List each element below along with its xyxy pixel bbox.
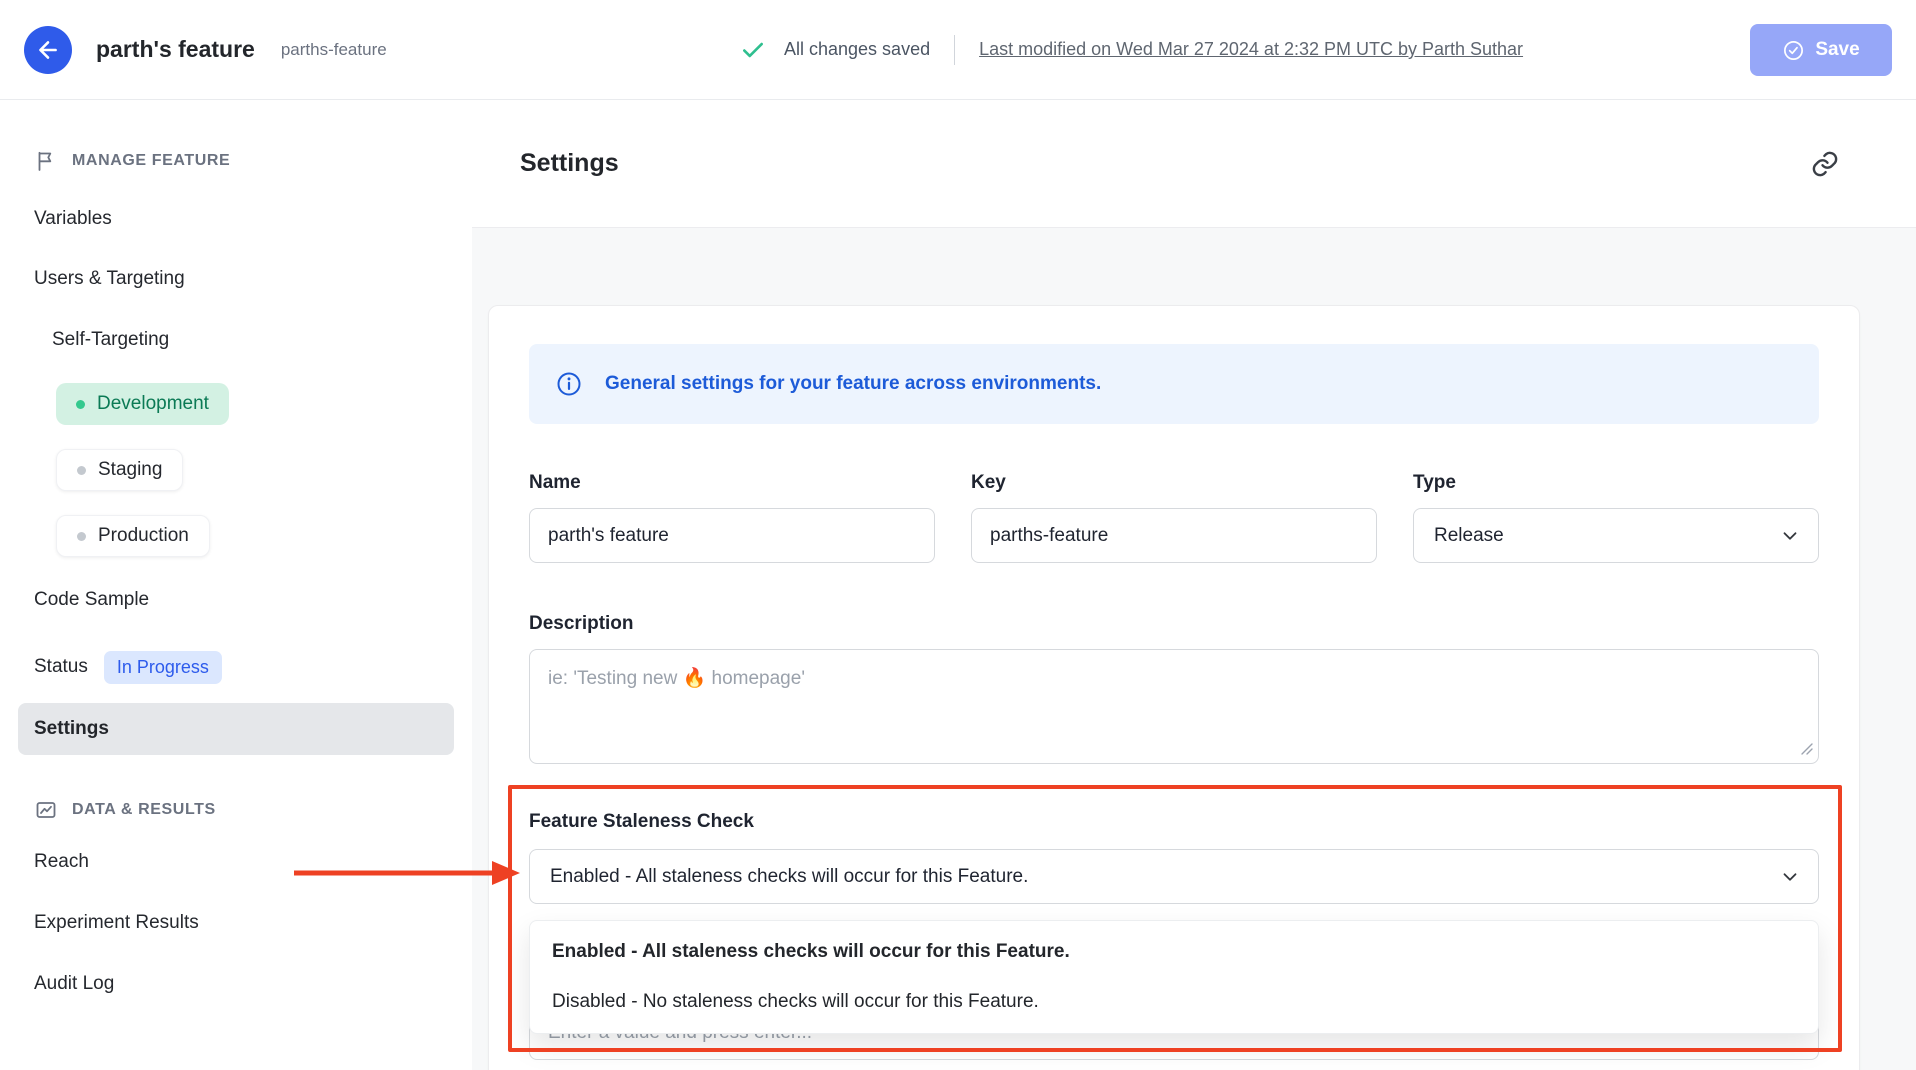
feature-title: parth's feature [96, 36, 255, 63]
page-title: Settings [520, 149, 619, 178]
type-label: Type [1413, 470, 1819, 496]
status-badge: In Progress [104, 651, 222, 684]
staleness-option-enabled[interactable]: Enabled - All staleness checks will occu… [530, 927, 1818, 977]
env-dot-icon [76, 400, 85, 409]
save-status-cluster: All changes saved Last modified on Wed M… [740, 0, 1523, 99]
description-block: Description [529, 611, 1819, 769]
key-label: Key [971, 470, 1377, 496]
link-icon [1810, 149, 1840, 179]
arrow-left-icon [35, 37, 61, 63]
divider [954, 35, 955, 65]
check-icon [740, 37, 766, 63]
sidebar-item-self-targeting[interactable]: Self-Targeting [0, 327, 472, 353]
staleness-option-disabled[interactable]: Disabled - No staleness checks will occu… [530, 977, 1818, 1027]
name-key-type-row: Name Key Type Release [529, 470, 1819, 563]
description-textarea[interactable] [529, 649, 1819, 764]
sidebar-item-status[interactable]: Status In Progress [0, 647, 472, 687]
sidebar-item-variables[interactable]: Variables [0, 206, 472, 232]
chart-icon [34, 798, 58, 822]
name-label: Name [529, 470, 935, 496]
env-dot-icon [77, 532, 86, 541]
staleness-label: Feature Staleness Check [529, 809, 1819, 835]
type-select[interactable]: Release [1413, 508, 1819, 563]
section-label: DATA & RESULTS [72, 801, 216, 819]
description-label: Description [529, 611, 1819, 637]
sidebar-env-development[interactable]: Development [56, 383, 229, 425]
flag-icon [34, 149, 58, 173]
top-bar: parth's feature parths-feature All chang… [0, 0, 1916, 100]
staleness-select[interactable]: Enabled - All staleness checks will occu… [529, 849, 1819, 904]
settings-card: General settings for your feature across… [488, 305, 1860, 1070]
info-banner: General settings for your feature across… [529, 344, 1819, 424]
type-select-value: Release [1434, 525, 1504, 547]
main-content: Settings General settings for your featu… [472, 100, 1916, 1070]
env-label: Development [97, 393, 209, 415]
last-modified-link[interactable]: Last modified on Wed Mar 27 2024 at 2:32… [979, 39, 1523, 60]
key-input[interactable] [971, 508, 1377, 563]
section-manage-feature: MANAGE FEATURE [0, 148, 472, 174]
section-label: MANAGE FEATURE [72, 152, 230, 170]
env-label: Staging [98, 459, 162, 481]
save-button[interactable]: Save [1750, 24, 1892, 76]
env-dot-icon [77, 466, 86, 475]
back-button[interactable] [24, 26, 72, 74]
staleness-select-value: Enabled - All staleness checks will occu… [550, 866, 1028, 888]
feature-key: parths-feature [281, 40, 387, 60]
status-label: Status [34, 656, 88, 678]
sidebar-item-audit-log[interactable]: Audit Log [0, 971, 472, 997]
sidebar: MANAGE FEATURE Variables Users & Targeti… [0, 100, 472, 1070]
sidebar-item-users-targeting[interactable]: Users & Targeting [0, 266, 472, 292]
sidebar-item-settings[interactable]: Settings [18, 703, 454, 755]
staleness-dropdown: Enabled - All staleness checks will occu… [529, 920, 1819, 1034]
info-icon [555, 370, 583, 398]
sidebar-item-reach[interactable]: Reach [0, 849, 472, 875]
info-banner-text: General settings for your feature across… [605, 373, 1101, 395]
circle-check-icon [1782, 39, 1805, 62]
sidebar-env-production[interactable]: Production [56, 515, 210, 557]
name-input[interactable] [529, 508, 935, 563]
sidebar-env-staging[interactable]: Staging [56, 449, 183, 491]
page-header: Settings [472, 100, 1916, 228]
sidebar-item-code-sample[interactable]: Code Sample [0, 587, 472, 613]
sidebar-item-experiment-results[interactable]: Experiment Results [0, 910, 472, 936]
section-data-results: DATA & RESULTS [0, 797, 472, 823]
save-button-label: Save [1815, 39, 1859, 61]
env-label: Production [98, 525, 189, 547]
copy-link-button[interactable] [1810, 149, 1840, 179]
staleness-section: Feature Staleness Check Enabled - All st… [529, 809, 1819, 904]
saved-status-text: All changes saved [784, 39, 930, 60]
